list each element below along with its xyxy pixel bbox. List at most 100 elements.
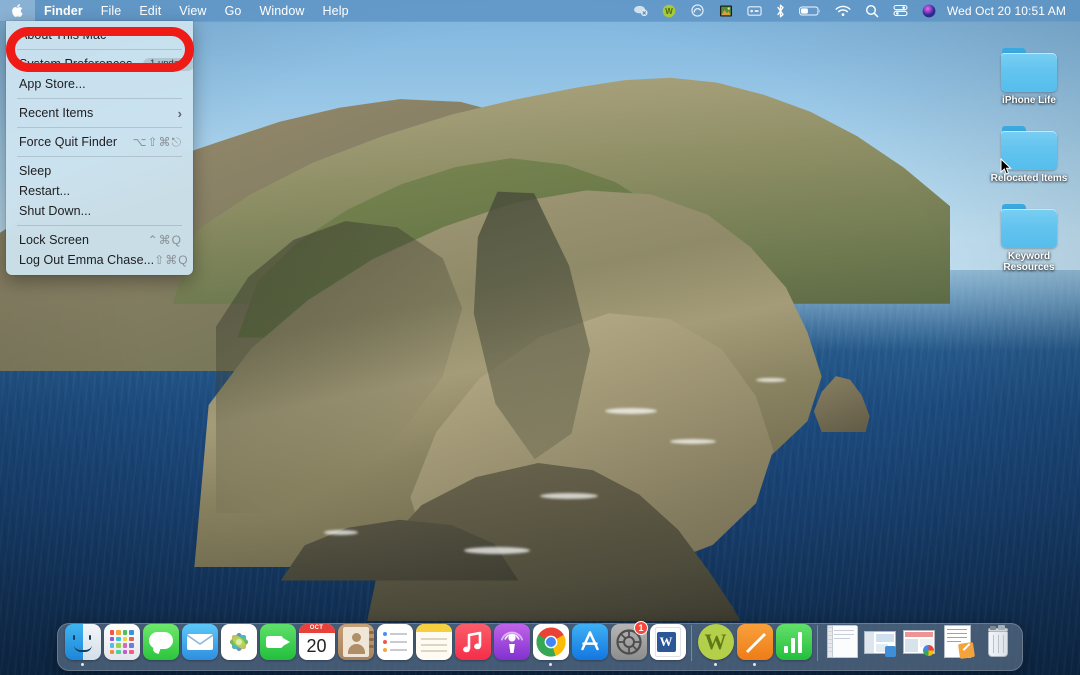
desktop-icon-relocated-items[interactable]: Relocated Items <box>982 126 1076 184</box>
menu-item-shut-down[interactable]: Shut Down... <box>6 201 193 221</box>
dock-item-launchpad[interactable] <box>102 622 141 666</box>
menu-item-log-out[interactable]: Log Out Emma Chase... ⇧⌘Q <box>6 250 193 270</box>
dock-item-music[interactable] <box>453 622 492 666</box>
dock-item-calendar[interactable]: OCT 20 <box>297 622 336 666</box>
apple-menu-button[interactable] <box>0 0 35 21</box>
running-indicator <box>393 663 396 666</box>
menu-bar-item-help[interactable]: Help <box>314 0 358 21</box>
menu-item-app-store[interactable]: App Store... <box>6 74 193 94</box>
calendar-icon: OCT 20 <box>299 624 335 660</box>
trash-icon <box>980 624 1016 660</box>
dock-item-chrome[interactable] <box>531 622 570 666</box>
menu-item-lock-screen[interactable]: Lock Screen ⌃⌘Q <box>6 230 193 250</box>
textexpander-icon[interactable] <box>740 0 769 21</box>
menu-item-restart[interactable]: Restart... <box>6 181 193 201</box>
dock-badge-count: 1 <box>634 621 648 635</box>
dock-item-trash[interactable] <box>978 622 1017 666</box>
wordpress-icon: W <box>698 624 734 660</box>
wave-foam <box>670 439 716 444</box>
menu-bar-item-window[interactable]: Window <box>250 0 313 21</box>
menu-bar-item-finder[interactable]: Finder <box>35 0 92 21</box>
update-count-badge: 1 update <box>143 58 194 71</box>
dock-item-notes[interactable] <box>414 622 453 666</box>
wave-foam <box>756 378 786 382</box>
bluetooth-icon[interactable] <box>769 0 792 21</box>
menu-item-force-quit-finder[interactable]: Force Quit Finder ⌥⇧⌘⎋ <box>6 132 193 152</box>
running-indicator <box>666 663 669 666</box>
dock-item-numbers[interactable] <box>774 622 813 666</box>
dock-item-recent-files-stack[interactable] <box>939 622 978 666</box>
finder-icon <box>65 624 101 660</box>
menu-separator <box>17 49 182 50</box>
screenshot-app-icon[interactable] <box>712 0 740 21</box>
wifi-icon[interactable] <box>828 0 858 21</box>
menu-item-system-preferences[interactable]: System Preferences... 1 update <box>6 54 193 74</box>
dock-item-documents-stack[interactable] <box>822 622 861 666</box>
menu-bar-item-go[interactable]: Go <box>216 0 251 21</box>
siri-icon[interactable] <box>915 0 943 21</box>
dock-item-downloads-stack[interactable] <box>861 622 900 666</box>
menu-item-label: Force Quit Finder <box>19 135 117 149</box>
dropbox-paused-icon[interactable] <box>626 0 655 21</box>
dock-separator <box>817 625 818 661</box>
folder-icon <box>1001 204 1057 248</box>
running-indicator <box>432 663 435 666</box>
apple-logo-icon <box>11 3 24 18</box>
svg-text:W: W <box>665 7 673 16</box>
dock-item-mail[interactable] <box>180 622 219 666</box>
desktop-icon-keyword-resources[interactable]: Keyword Resources <box>982 204 1076 273</box>
dock-item-desktop-stack[interactable] <box>900 622 939 666</box>
menu-item-label: Log Out Emma Chase... <box>19 253 154 267</box>
wacom-icon[interactable]: W <box>655 0 683 21</box>
menu-item-recent-items[interactable]: Recent Items › <box>6 103 193 123</box>
calendar-day-label: 20 <box>299 633 335 660</box>
running-indicator <box>714 663 717 666</box>
menu-item-label: App Store... <box>19 77 86 91</box>
dock-item-finder[interactable] <box>63 622 102 666</box>
dock-item-photos[interactable] <box>219 622 258 666</box>
dock-item-wordpress[interactable]: W <box>696 622 735 666</box>
spotlight-search-icon[interactable] <box>858 0 886 21</box>
dock-item-reminders[interactable] <box>375 622 414 666</box>
music-icon <box>455 624 491 660</box>
dock-item-app-store[interactable] <box>570 622 609 666</box>
dock-item-microsoft-word[interactable]: W <box>648 622 687 666</box>
dock-item-contacts[interactable] <box>336 622 375 666</box>
menu-item-about-this-mac[interactable]: About This Mac <box>6 25 193 45</box>
menu-bar-item-view[interactable]: View <box>170 0 215 21</box>
running-indicator <box>120 663 123 666</box>
app-store-icon <box>572 624 608 660</box>
recent-files-stack-icon <box>941 624 977 660</box>
chrome-icon <box>533 624 569 660</box>
running-indicator <box>792 663 795 666</box>
running-indicator <box>879 663 882 666</box>
menu-item-label: Lock Screen <box>19 233 89 247</box>
running-indicator <box>159 663 162 666</box>
dock-item-podcasts[interactable] <box>492 622 531 666</box>
launchpad-icon <box>104 624 140 660</box>
menu-item-sleep[interactable]: Sleep <box>6 161 193 181</box>
running-indicator <box>315 663 318 666</box>
notes-icon <box>416 624 452 660</box>
dock-item-facetime[interactable] <box>258 622 297 666</box>
menu-bar-status-items: W <box>626 0 1080 21</box>
documents-stack-icon <box>824 624 860 660</box>
menu-bar-item-edit[interactable]: Edit <box>130 0 170 21</box>
dock-item-system-preferences[interactable]: 1 <box>609 622 648 666</box>
battery-icon[interactable] <box>792 0 828 21</box>
adobe-creative-cloud-icon[interactable] <box>683 0 712 21</box>
menu-item-shortcut: ⌥⇧⌘⎋ <box>133 135 182 150</box>
facetime-icon <box>260 624 296 660</box>
dock-item-pages[interactable] <box>735 622 774 666</box>
running-indicator <box>753 663 756 666</box>
control-center-icon[interactable] <box>886 0 915 21</box>
menu-bar-clock[interactable]: Wed Oct 20 10:51 AM <box>943 4 1072 18</box>
dock-item-messages[interactable] <box>141 622 180 666</box>
desktop-stack-icon <box>902 624 938 660</box>
desktop-icon-label: iPhone Life <box>982 95 1076 106</box>
menu-item-label: Shut Down... <box>19 204 91 218</box>
mail-icon <box>182 624 218 660</box>
menu-bar-item-file[interactable]: File <box>92 0 131 21</box>
apple-dropdown-menu: About This Mac System Preferences... 1 u… <box>6 21 193 275</box>
desktop-icon-iphone-life[interactable]: iPhone Life <box>982 48 1076 106</box>
